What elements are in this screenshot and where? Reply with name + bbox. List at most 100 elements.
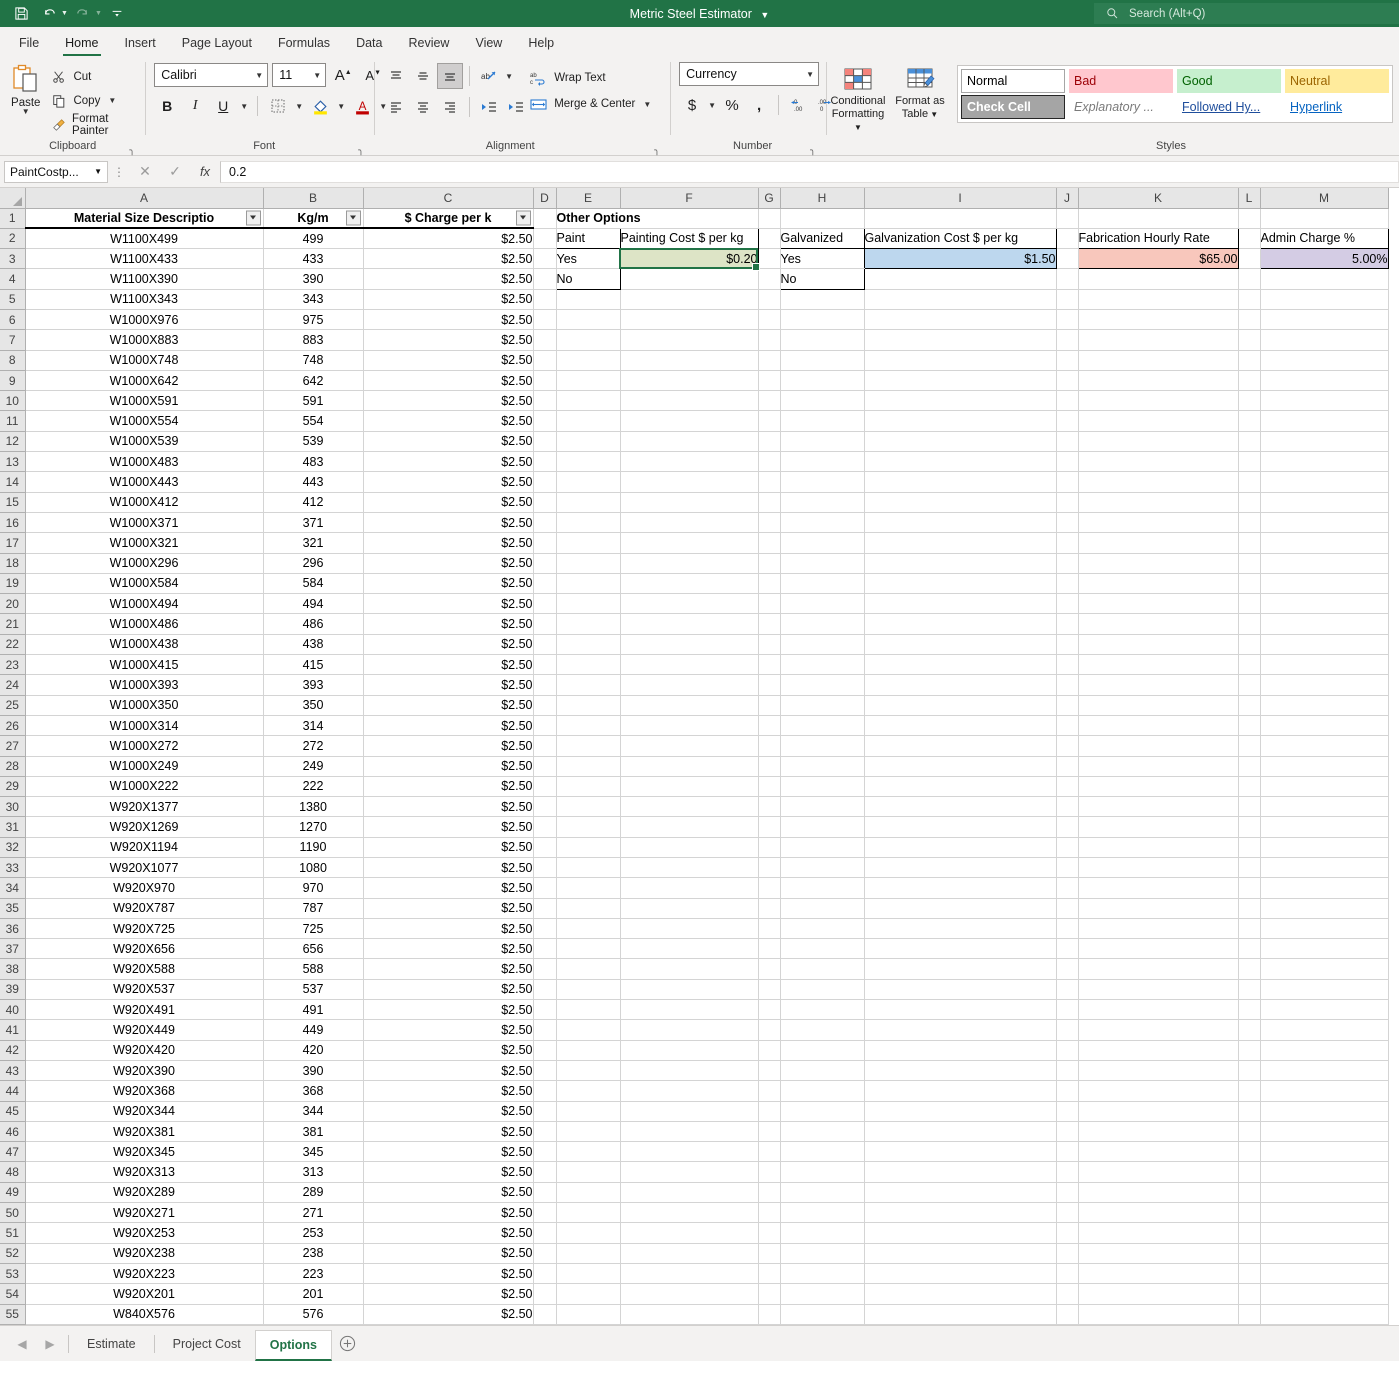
cell-kgm[interactable]: 494 — [263, 594, 363, 614]
cell-blank[interactable] — [620, 797, 758, 817]
cell-kgm[interactable]: 486 — [263, 614, 363, 634]
cell-blank[interactable] — [1260, 431, 1388, 451]
row-header-13[interactable]: 13 — [0, 452, 25, 472]
row-header-36[interactable]: 36 — [0, 918, 25, 938]
row-header-8[interactable]: 8 — [0, 350, 25, 370]
cell-blank[interactable] — [1260, 1101, 1388, 1121]
cell-description[interactable]: W1000X443 — [25, 472, 263, 492]
cell-blank[interactable] — [864, 1223, 1056, 1243]
cell-blank[interactable] — [758, 837, 780, 857]
alignment-dialog-launcher[interactable]: ╮ — [654, 145, 664, 155]
cell-blank[interactable] — [864, 472, 1056, 492]
cell-description[interactable]: W1000X584 — [25, 573, 263, 593]
cell-description[interactable]: W920X253 — [25, 1223, 263, 1243]
cell-blank[interactable] — [780, 634, 864, 654]
fill-color-dropdown-icon[interactable]: ▼ — [335, 102, 347, 111]
cell-description[interactable]: W1000X272 — [25, 736, 263, 756]
cell-blank[interactable] — [758, 959, 780, 979]
save-icon[interactable] — [8, 3, 34, 25]
admin-charge-value-cell[interactable]: 5.00% — [1260, 249, 1388, 269]
cell-blank[interactable] — [1260, 797, 1388, 817]
cell-blank[interactable] — [1078, 452, 1238, 472]
cell-blank[interactable] — [780, 411, 864, 431]
cell-blank[interactable] — [1078, 614, 1238, 634]
cell-charge[interactable]: $2.50 — [363, 614, 533, 634]
cell-blank[interactable] — [1078, 715, 1238, 735]
cell-kgm[interactable]: 415 — [263, 655, 363, 675]
style-good[interactable]: Good — [1177, 69, 1281, 93]
cell-blank[interactable] — [1260, 1121, 1388, 1141]
cell-blank[interactable] — [1078, 1040, 1238, 1060]
row-header-48[interactable]: 48 — [0, 1162, 25, 1182]
cell-blank[interactable] — [780, 1020, 864, 1040]
font-name-combo[interactable]: Calibri ▼ — [154, 63, 268, 87]
cell-charge[interactable]: $2.50 — [363, 492, 533, 512]
cell-charge[interactable]: $2.50 — [363, 1243, 533, 1263]
cell-blank[interactable] — [1238, 858, 1260, 878]
cell-charge[interactable]: $2.50 — [363, 533, 533, 553]
cell-blank[interactable] — [556, 756, 620, 776]
align-center-button[interactable] — [410, 94, 436, 120]
cell-description[interactable]: W840X576 — [25, 1304, 263, 1324]
format-painter-button[interactable]: Format Painter — [51, 114, 145, 135]
cell-blank[interactable] — [1260, 1081, 1388, 1101]
cell-blank[interactable] — [1238, 837, 1260, 857]
cell-blank[interactable] — [780, 715, 864, 735]
cell-blank[interactable] — [620, 1060, 758, 1080]
filter-button-kgm[interactable] — [346, 210, 361, 225]
tab-help[interactable]: Help — [515, 27, 567, 58]
cell-blank[interactable] — [864, 289, 1056, 309]
galvanization-cost-value-cell[interactable]: $1.50 — [864, 249, 1056, 269]
cell-blank[interactable] — [620, 309, 758, 329]
cell-kgm[interactable]: 537 — [263, 979, 363, 999]
cell-d3[interactable] — [533, 249, 556, 269]
row-header-25[interactable]: 25 — [0, 695, 25, 715]
cell-blank[interactable] — [758, 553, 780, 573]
fabrication-rate-value-cell[interactable]: $65.00 — [1078, 249, 1238, 269]
cell-blank[interactable] — [1078, 675, 1238, 695]
cell-blank[interactable] — [1260, 634, 1388, 654]
cell-blank[interactable] — [556, 776, 620, 796]
cell-blank[interactable] — [780, 594, 864, 614]
galvanized-no-cell[interactable]: No — [780, 269, 864, 289]
cell-blank[interactable] — [620, 1040, 758, 1060]
cell-blank[interactable] — [1238, 614, 1260, 634]
number-format-combo[interactable]: Currency ▼ — [679, 62, 819, 86]
row-header-41[interactable]: 41 — [0, 1020, 25, 1040]
cell-blank[interactable] — [758, 1142, 780, 1162]
row-header-24[interactable]: 24 — [0, 675, 25, 695]
cell-blank[interactable] — [1260, 878, 1388, 898]
cell-blank[interactable] — [864, 939, 1056, 959]
tab-view[interactable]: View — [462, 27, 515, 58]
cell-description[interactable]: W1000X321 — [25, 533, 263, 553]
cell-blank[interactable] — [1238, 695, 1260, 715]
cell-d4[interactable] — [533, 269, 556, 289]
cell-blank[interactable] — [758, 1000, 780, 1020]
cell-d11[interactable] — [533, 411, 556, 431]
cell-blank[interactable] — [556, 878, 620, 898]
cell-blank[interactable] — [1238, 553, 1260, 573]
cell-blank[interactable] — [864, 1162, 1056, 1182]
cell-blank[interactable] — [780, 797, 864, 817]
cell-d35[interactable] — [533, 898, 556, 918]
cell-blank[interactable] — [864, 1020, 1056, 1040]
cell-blank[interactable] — [620, 817, 758, 837]
cell-blank[interactable] — [556, 1040, 620, 1060]
cell-blank[interactable] — [620, 1263, 758, 1283]
cell-charge[interactable]: $2.50 — [363, 634, 533, 654]
cell-blank[interactable] — [864, 1263, 1056, 1283]
cell-blank[interactable] — [1056, 330, 1078, 350]
undo-dropdown-icon[interactable]: ▼ — [61, 10, 68, 17]
cell-blank[interactable] — [864, 350, 1056, 370]
cell-blank[interactable] — [556, 1000, 620, 1020]
row-header-12[interactable]: 12 — [0, 431, 25, 451]
cell-blank[interactable] — [864, 756, 1056, 776]
cell-blank[interactable] — [864, 736, 1056, 756]
cell-blank[interactable] — [780, 1162, 864, 1182]
cell-blank[interactable] — [780, 1203, 864, 1223]
cell-blank[interactable] — [1238, 411, 1260, 431]
row-header-11[interactable]: 11 — [0, 411, 25, 431]
cell-blank[interactable] — [1260, 512, 1388, 532]
cell-description[interactable]: W920X656 — [25, 939, 263, 959]
cell-charge[interactable]: $2.50 — [363, 858, 533, 878]
